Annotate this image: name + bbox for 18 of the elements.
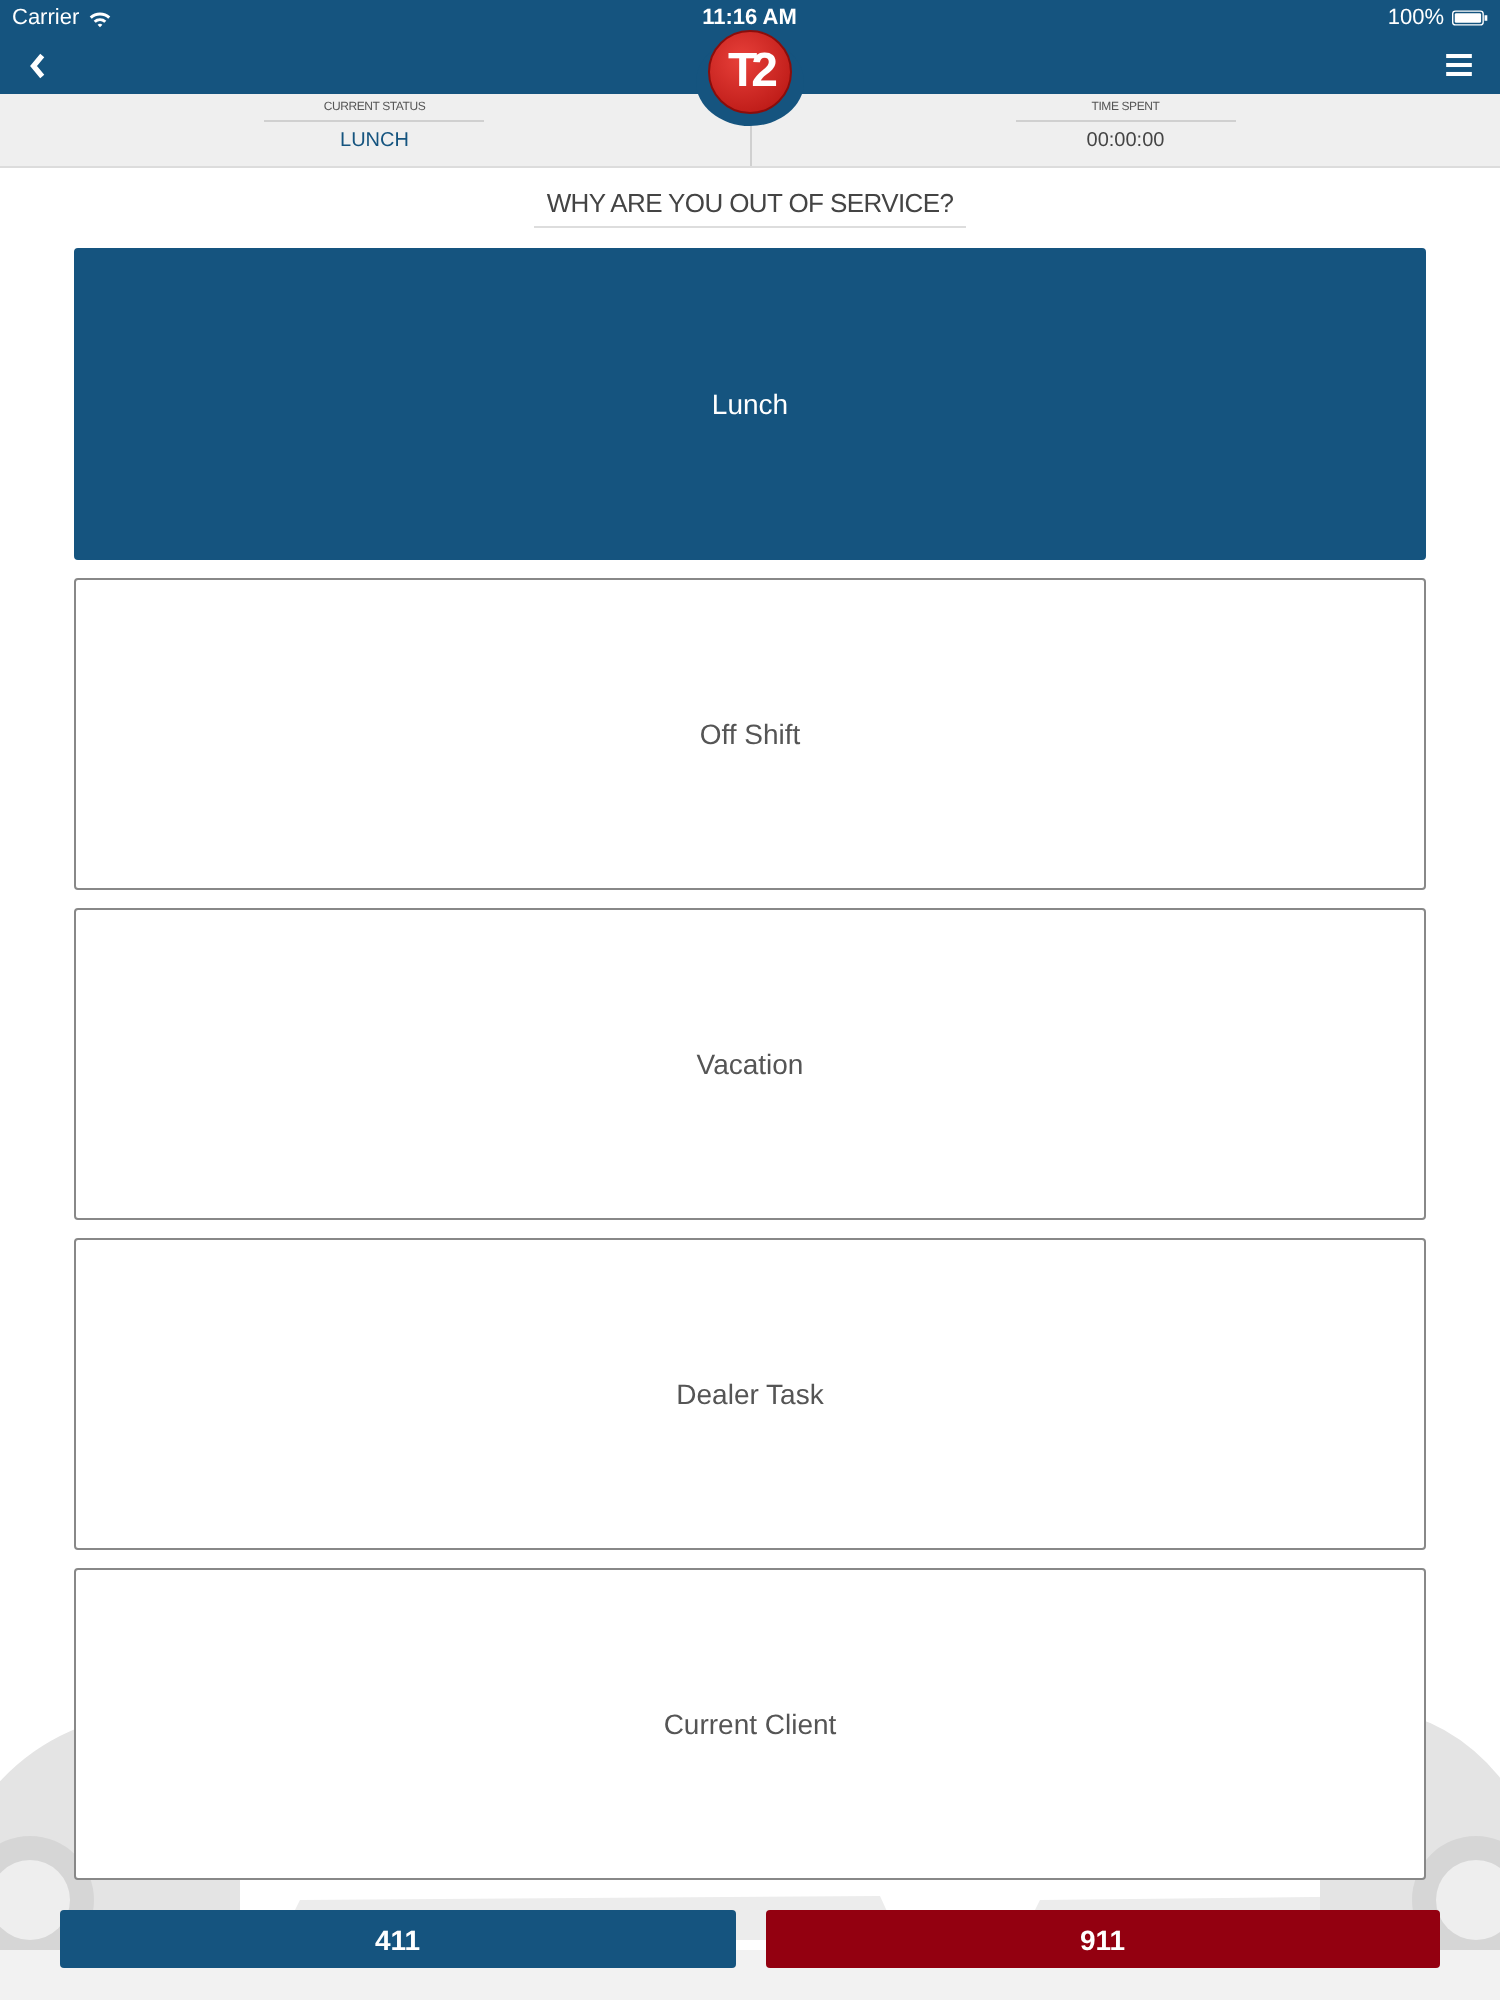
option-button[interactable]: Dealer Task: [74, 1238, 1426, 1550]
info-value: LUNCH: [340, 128, 409, 152]
option-button[interactable]: Current Client: [74, 1568, 1426, 1880]
battery-percent: 100%: [1387, 6, 1444, 30]
option-button[interactable]: Vacation: [74, 908, 1426, 1220]
carrier-name: Carrier: [12, 6, 80, 30]
option-button[interactable]: Lunch: [74, 248, 1426, 560]
battery-icon: [1452, 10, 1488, 26]
logo: T2: [708, 30, 792, 114]
back-icon[interactable]: [28, 51, 46, 79]
section-heading: WHY ARE YOU OUT OF SERVICE?: [534, 188, 966, 228]
clock-time: 11:16 AM: [702, 6, 797, 30]
menu-icon[interactable]: [1446, 54, 1472, 76]
call-button[interactable]: 411: [60, 1910, 735, 1968]
option-button[interactable]: Off Shift: [74, 578, 1426, 890]
call-button[interactable]: 911: [765, 1910, 1440, 1968]
wifi-icon: [87, 9, 112, 27]
info-value: 00:00:00: [1086, 128, 1165, 152]
